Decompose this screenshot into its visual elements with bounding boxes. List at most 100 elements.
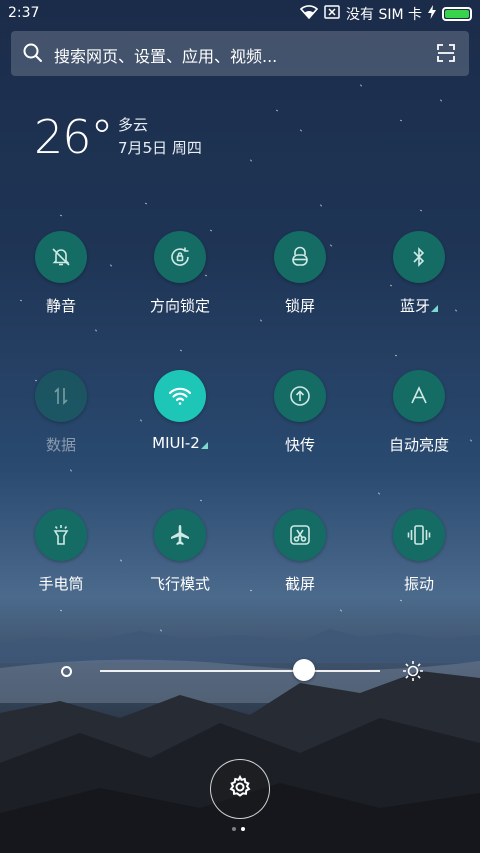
star (179, 349, 183, 352)
toggle-button[interactable] (154, 509, 206, 561)
star (120, 559, 122, 562)
search-bar[interactable]: 搜索网页、设置、应用、视频... (11, 31, 469, 76)
toggle-label-text: 自动亮度 (388, 436, 449, 454)
star (378, 492, 380, 495)
star (59, 609, 63, 612)
expand-indicator-icon (431, 305, 438, 312)
toggle-label: 振动 (364, 573, 474, 594)
toggle-label-text: 飞行模式 (149, 575, 210, 593)
toggle-label-text: 蓝牙 (399, 297, 430, 315)
toggle-label: 飞行模式 (125, 573, 235, 594)
toggle-button[interactable] (154, 231, 206, 283)
page-dot-2 (241, 827, 245, 831)
toggle-label: 方向锁定 (125, 295, 235, 316)
status-time: 2:37 (8, 5, 40, 21)
vibrate-icon (406, 524, 432, 546)
battery-icon (442, 7, 472, 21)
settings-button[interactable] (210, 759, 270, 819)
star (394, 354, 398, 357)
toggle-label-text: 锁屏 (284, 297, 315, 315)
toggle-label: 静音 (6, 295, 116, 316)
wifi-icon (167, 385, 193, 407)
auto-brightness-icon (409, 385, 429, 407)
star (440, 99, 442, 102)
silent-bell-icon (50, 246, 72, 268)
page-dot-1 (232, 827, 236, 831)
flashlight-icon (51, 523, 71, 547)
scan-icon[interactable] (437, 44, 455, 66)
gear-icon (228, 774, 252, 803)
star (360, 84, 362, 87)
rotation-lock-icon (168, 245, 192, 269)
status-bar: 2:37 没有 SIM 卡 (0, 0, 480, 28)
toggle-label-text: 振动 (403, 575, 434, 593)
toggle-label-text: MIUI-2 (152, 434, 200, 452)
toggle-button[interactable] (274, 509, 326, 561)
toggle-quick-transfer[interactable]: 快传 (245, 370, 355, 455)
star (419, 209, 423, 212)
charging-icon (428, 5, 436, 23)
toggle-airplane[interactable]: 飞行模式 (125, 509, 235, 594)
brightness-slider-track[interactable] (100, 670, 380, 672)
expand-indicator-icon (200, 442, 208, 449)
airplane-icon (168, 523, 192, 547)
search-input[interactable]: 搜索网页、设置、应用、视频... (54, 43, 277, 67)
sim-status: 没有 SIM 卡 (346, 7, 422, 23)
toggle-silent-bell[interactable]: 静音 (6, 231, 116, 316)
toggle-button[interactable] (274, 370, 326, 422)
toggle-label: 数据 (6, 434, 116, 455)
brightness-low-icon (61, 666, 72, 677)
star (59, 214, 63, 217)
toggle-vibrate[interactable]: 振动 (364, 509, 474, 594)
weather-condition: 多云 (118, 116, 149, 134)
star (275, 109, 279, 112)
toggle-label-text: 截屏 (284, 575, 315, 593)
search-icon (23, 43, 43, 67)
toggle-button[interactable] (35, 370, 87, 422)
quick-transfer-icon (288, 384, 312, 408)
star (340, 609, 342, 612)
toggle-label: 手电筒 (6, 573, 116, 594)
star (320, 204, 322, 207)
page-indicator (232, 827, 245, 831)
toggle-screenshot[interactable]: 截屏 (245, 509, 355, 594)
toggle-label: MIUI-2 (125, 434, 235, 452)
star (399, 599, 403, 602)
toggle-label-text: 方向锁定 (149, 297, 210, 315)
toggle-mobile-data[interactable]: 数据 (6, 370, 116, 455)
toggle-rotation-lock[interactable]: 方向锁定 (125, 231, 235, 316)
toggle-label: 蓝牙 (364, 295, 474, 316)
no-sim-icon (324, 5, 340, 23)
toggle-label: 快传 (245, 434, 355, 455)
lock-icon (290, 246, 310, 268)
toggle-auto-brightness[interactable]: 自动亮度 (364, 370, 474, 455)
toggle-label-text: 快传 (284, 436, 315, 454)
star (250, 159, 252, 162)
toggle-bluetooth[interactable]: 蓝牙 (364, 231, 474, 316)
toggle-label: 自动亮度 (364, 434, 474, 455)
star (144, 202, 148, 205)
star (300, 129, 302, 132)
toggle-label: 截屏 (245, 573, 355, 594)
wifi-icon (299, 5, 319, 23)
toggle-label-text: 静音 (45, 297, 76, 315)
toggle-flashlight[interactable]: 手电筒 (6, 509, 116, 594)
toggle-button[interactable] (393, 509, 445, 561)
mobile-data-icon (52, 385, 70, 407)
toggle-button[interactable] (154, 370, 206, 422)
temperature: 26° (34, 110, 114, 164)
toggle-button[interactable] (35, 509, 87, 561)
toggle-button[interactable] (274, 231, 326, 283)
star (260, 319, 262, 322)
toggle-button[interactable] (393, 370, 445, 422)
battery-fill (445, 10, 469, 18)
toggle-button[interactable] (393, 231, 445, 283)
toggle-lock[interactable]: 锁屏 (245, 231, 355, 316)
toggle-label-text: 数据 (45, 436, 76, 454)
bluetooth-icon (411, 246, 427, 268)
toggle-button[interactable] (35, 231, 87, 283)
toggle-label: 锁屏 (245, 295, 355, 316)
toggle-wifi[interactable]: MIUI-2 (125, 370, 235, 452)
screenshot-icon (288, 523, 312, 547)
star (199, 499, 203, 502)
